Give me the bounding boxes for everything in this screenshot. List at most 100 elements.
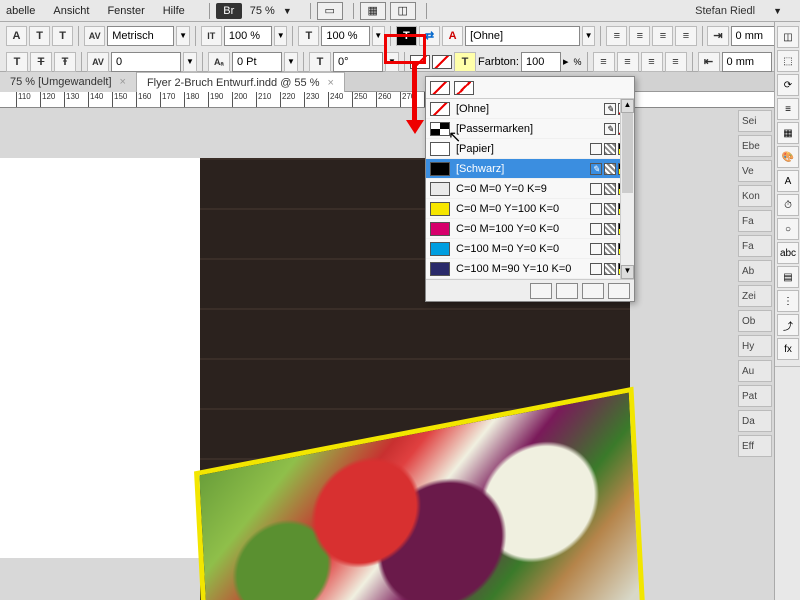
menu-ansicht[interactable]: Ansicht xyxy=(53,5,89,17)
swatch-item[interactable]: [Schwarz]✎ xyxy=(426,159,634,179)
panel-tab-fa[interactable]: Fa xyxy=(738,235,772,257)
panel-icon-0[interactable]: ◫ xyxy=(777,26,799,48)
farbton-arrow-icon[interactable]: ▸ xyxy=(563,55,569,68)
menu-fenster[interactable]: Fenster xyxy=(107,5,144,17)
swatch-item[interactable]: C=0 M=0 Y=100 K=0 xyxy=(426,199,634,219)
horizontal-ruler[interactable]: 1101201301401501601701801902002102202302… xyxy=(0,92,800,108)
swatch-item[interactable]: C=0 M=0 Y=0 K=9 xyxy=(426,179,634,199)
arrange-icon[interactable]: ▦ xyxy=(360,2,386,20)
scale-v-field[interactable]: 100 % xyxy=(321,26,369,46)
panel-icon-3[interactable]: ≡ xyxy=(777,98,799,120)
swatch-item[interactable]: C=100 M=90 Y=10 K=0 xyxy=(426,259,634,279)
panel-tab-sei[interactable]: Sei xyxy=(738,110,772,132)
panel-icon-11[interactable]: ⋮ xyxy=(777,290,799,312)
panel-icon-12[interactable]: ⤴ xyxy=(777,314,799,336)
scale-h-icon[interactable]: IT xyxy=(201,26,222,46)
align-left-icon[interactable]: ≡ xyxy=(606,26,627,46)
menu-hilfe[interactable]: Hilfe xyxy=(163,5,185,17)
char-style-field[interactable]: [Ohne] xyxy=(465,26,580,46)
skew-field[interactable]: 0° xyxy=(333,52,383,72)
panel-icon-9[interactable]: abc xyxy=(777,242,799,264)
indent-left-field[interactable]: 0 mm xyxy=(731,26,779,46)
panel-icon-7[interactable]: ⏱ xyxy=(777,194,799,216)
justify-all-icon[interactable]: ≡ xyxy=(593,52,615,72)
type-t2-icon[interactable]: T xyxy=(52,26,73,46)
panel-icon-6[interactable]: A xyxy=(777,170,799,192)
type-t-icon[interactable]: T xyxy=(29,26,50,46)
scroll-up-icon[interactable]: ▲ xyxy=(621,99,634,113)
panel-icon-4[interactable]: ▦ xyxy=(777,122,799,144)
farbton-field[interactable]: 100 xyxy=(521,52,561,72)
av-icon[interactable]: AV xyxy=(84,26,105,46)
swap-arrow-icon[interactable]: ⇄ xyxy=(419,26,440,46)
user-dropdown[interactable]: ▼ xyxy=(773,6,782,16)
indent-right-icon[interactable]: ⇤ xyxy=(698,52,720,72)
panel-tab-zei[interactable]: Zei xyxy=(738,285,772,307)
justify-center-icon[interactable]: ≡ xyxy=(641,52,663,72)
dock-icon[interactable]: ◫ xyxy=(390,2,416,20)
panel-tab-hy[interactable]: Hy xyxy=(738,335,772,357)
panel-tab-ve[interactable]: Ve xyxy=(738,160,772,182)
swatch-item[interactable]: [Ohne]✎ xyxy=(426,99,634,119)
panel-tab-kon[interactable]: Kon xyxy=(738,185,772,207)
skew-icon[interactable]: T xyxy=(309,52,331,72)
screen-mode-icon[interactable]: ▭ xyxy=(317,2,343,20)
char-a-icon[interactable]: A xyxy=(6,26,27,46)
swatch-item[interactable]: C=0 M=100 Y=0 K=0 xyxy=(426,219,634,239)
tracking-dropdown[interactable]: ▼ xyxy=(183,52,197,72)
scale-h-dropdown[interactable]: ▼ xyxy=(274,26,287,46)
align-right-icon[interactable]: ≡ xyxy=(652,26,673,46)
fill-proxy-icon[interactable] xyxy=(430,81,450,95)
indent-right-field[interactable]: 0 mm xyxy=(722,52,772,72)
tab-close-icon[interactable]: × xyxy=(328,77,334,89)
text-bg-icon[interactable]: T xyxy=(454,52,476,72)
tracking-icon[interactable]: AV xyxy=(87,52,109,72)
swatch-item[interactable]: [Passermarken]✎ xyxy=(426,119,634,139)
swatch-item[interactable]: C=100 M=0 Y=0 K=0 xyxy=(426,239,634,259)
fill-none-icon[interactable] xyxy=(432,55,452,69)
baseline-field[interactable]: 0 Pt xyxy=(232,52,282,72)
align-justify-icon[interactable]: ≡ xyxy=(675,26,696,46)
scroll-down-icon[interactable]: ▼ xyxy=(621,265,634,279)
swatch-item[interactable]: [Papier] xyxy=(426,139,634,159)
tab-close-icon[interactable]: × xyxy=(120,76,126,88)
tab-umgewandelt[interactable]: 75 % [Umgewandelt]× xyxy=(0,72,137,92)
fill-t-icon[interactable]: T xyxy=(396,26,417,46)
swatches-scrollbar[interactable]: ▲ ▼ xyxy=(620,99,634,279)
scroll-thumb[interactable] xyxy=(622,113,633,193)
kerning-dropdown[interactable]: ▼ xyxy=(176,26,189,46)
tab-flyer[interactable]: Flyer 2-Bruch Entwurf.indd @ 55 %× xyxy=(137,72,345,92)
panel-tab-eff[interactable]: Eff xyxy=(738,435,772,457)
panel-icon-13[interactable]: fx xyxy=(777,338,799,360)
scale-v-dropdown[interactable]: ▼ xyxy=(372,26,385,46)
delete-swatch-icon[interactable] xyxy=(608,283,630,299)
panel-tab-ab[interactable]: Ab xyxy=(738,260,772,282)
char-a2-icon[interactable]: A xyxy=(442,26,463,46)
new-swatch-2-icon[interactable] xyxy=(582,283,604,299)
align-center-icon[interactable]: ≡ xyxy=(629,26,650,46)
panel-tab-pat[interactable]: Pat xyxy=(738,385,772,407)
panel-tab-da[interactable]: Da xyxy=(738,410,772,432)
zoom-dropdown[interactable]: ▼ xyxy=(283,6,292,16)
new-swatch-icon[interactable] xyxy=(556,283,578,299)
bridge-button[interactable]: Br xyxy=(216,3,242,19)
justify-right-icon[interactable]: ≡ xyxy=(665,52,687,72)
placed-image[interactable] xyxy=(194,387,646,600)
panel-icon-5[interactable]: 🎨 xyxy=(777,146,799,168)
indent-left-icon[interactable]: ⇥ xyxy=(707,26,728,46)
panel-icon-10[interactable]: ▤ xyxy=(777,266,799,288)
panel-tab-au[interactable]: Au xyxy=(738,360,772,382)
kerning-field[interactable]: Metrisch xyxy=(107,26,174,46)
baseline-dropdown[interactable]: ▼ xyxy=(284,52,298,72)
panel-icon-1[interactable]: ⬚ xyxy=(777,50,799,72)
panel-icon-8[interactable]: ○ xyxy=(777,218,799,240)
panel-tab-ebe[interactable]: Ebe xyxy=(738,135,772,157)
panel-tab-ob[interactable]: Ob xyxy=(738,310,772,332)
stroke-proxy-icon[interactable] xyxy=(454,81,474,95)
stroke-none-icon[interactable] xyxy=(410,55,430,69)
panel-icon-2[interactable]: ⟳ xyxy=(777,74,799,96)
scale-h-field[interactable]: 100 % xyxy=(224,26,272,46)
menu-tabelle[interactable]: abelle xyxy=(6,5,35,17)
swatch-options-icon[interactable] xyxy=(530,283,552,299)
user-name[interactable]: Stefan Riedl xyxy=(695,5,755,17)
